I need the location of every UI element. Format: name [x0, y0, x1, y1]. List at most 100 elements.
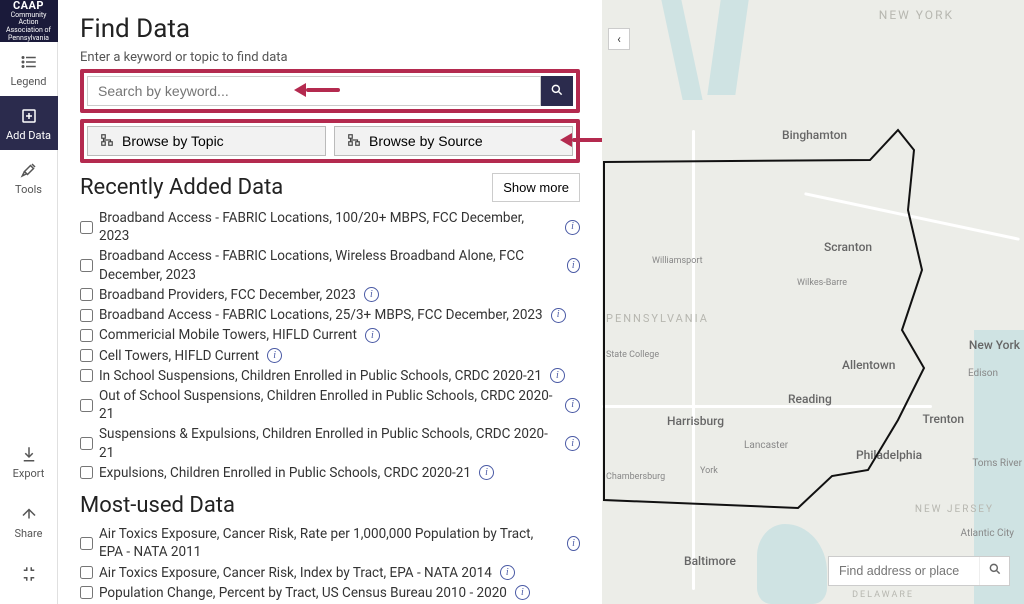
- browse-highlight: Browse by Topic Browse by Source: [80, 119, 580, 163]
- layer-checkbox[interactable]: [80, 369, 93, 382]
- map-label-state: DELAWARE: [852, 590, 914, 600]
- map-geosearch: [828, 556, 1010, 586]
- search-icon: [550, 83, 564, 100]
- map[interactable]: ‹ NEW YORK PENNSYLVANIA NEW JERSEY DELAW…: [602, 0, 1024, 604]
- list-item: Air Toxics Exposure, Cancer Risk, Index …: [80, 563, 580, 583]
- list-item: Population Change, Percent by Tract, US …: [80, 583, 580, 603]
- layer-checkbox[interactable]: [80, 288, 93, 301]
- map-label-state: PENNSYLVANIA: [606, 312, 709, 325]
- search-hint: Enter a keyword or topic to find data: [80, 50, 580, 65]
- search-icon: [988, 562, 1002, 580]
- list-item: Expulsions, Children Enrolled in Public …: [80, 463, 580, 483]
- left-sidebar: CAAP Community Action Association of Pen…: [0, 0, 58, 604]
- map-label-city: Williamsport: [652, 256, 703, 266]
- layer-label[interactable]: Commericial Mobile Towers, HIFLD Current: [99, 326, 357, 344]
- layer-label[interactable]: In School Suspensions, Children Enrolled…: [99, 367, 542, 385]
- map-label-city: Philadelphia: [856, 448, 922, 462]
- sidebar-item-label: Tools: [15, 183, 42, 196]
- panel-collapse-button[interactable]: ‹: [608, 28, 630, 50]
- layer-checkbox[interactable]: [80, 466, 93, 479]
- map-label-state: NEW JERSEY: [915, 504, 994, 515]
- browse-by-source-button[interactable]: Browse by Source: [334, 126, 573, 156]
- info-icon[interactable]: i: [565, 398, 580, 413]
- sidebar-item-label: Export: [13, 467, 45, 480]
- map-label-city: Baltimore: [684, 554, 736, 568]
- layer-checkbox[interactable]: [80, 259, 93, 272]
- map-label-city: Toms River: [972, 458, 1022, 469]
- logo-subtext: Community Action Association of Pennsylv…: [0, 12, 58, 43]
- most-used-list: Air Toxics Exposure, Cancer Risk, Rate p…: [80, 524, 580, 604]
- layer-label[interactable]: Expulsions, Children Enrolled in Public …: [99, 464, 471, 482]
- map-label-city: Reading: [788, 392, 832, 406]
- layer-checkbox[interactable]: [80, 309, 93, 322]
- map-label-city: Edison: [968, 368, 998, 379]
- info-icon[interactable]: i: [267, 348, 282, 363]
- info-icon[interactable]: i: [567, 258, 580, 273]
- hierarchy-icon: [347, 133, 361, 150]
- map-label-city: Scranton: [824, 240, 872, 254]
- browse-topic-label: Browse by Topic: [122, 133, 224, 149]
- layer-label[interactable]: Suspensions & Expulsions, Children Enrol…: [99, 425, 557, 461]
- layer-label[interactable]: Air Toxics Exposure, Cancer Risk, Rate p…: [99, 525, 559, 561]
- info-icon[interactable]: i: [565, 220, 580, 235]
- geosearch-button[interactable]: [979, 557, 1009, 585]
- info-icon[interactable]: i: [479, 465, 494, 480]
- info-icon[interactable]: i: [550, 368, 565, 383]
- arrow-annotation-icon: [560, 133, 602, 147]
- list-item: Broadband Providers, FCC December, 2023 i: [80, 285, 580, 305]
- layer-checkbox[interactable]: [80, 399, 93, 412]
- sidebar-item-add-data[interactable]: Add Data: [0, 96, 58, 150]
- sidebar-item-tools[interactable]: Tools: [0, 150, 58, 204]
- info-icon[interactable]: i: [500, 565, 515, 580]
- list-item: Air Toxics Exposure, Cancer Risk, Rate p…: [80, 524, 580, 562]
- layer-checkbox[interactable]: [80, 329, 93, 342]
- recent-list: Broadband Access - FABRIC Locations, 100…: [80, 208, 580, 483]
- layer-label[interactable]: Broadband Access - FABRIC Locations, Wir…: [99, 247, 559, 283]
- layer-label[interactable]: Air Toxics Exposure, Cancer Risk, Index …: [99, 564, 492, 582]
- map-label-city: Harrisburg: [667, 414, 724, 428]
- map-label-city: Wilkes-Barre: [797, 278, 847, 288]
- recent-heading: Recently Added Data: [80, 175, 283, 200]
- info-icon[interactable]: i: [364, 287, 379, 302]
- geosearch-input[interactable]: [829, 557, 979, 585]
- list-item: Out of School Suspensions, Children Enro…: [80, 386, 580, 424]
- info-icon[interactable]: i: [515, 585, 530, 600]
- layer-checkbox[interactable]: [80, 349, 93, 362]
- info-icon[interactable]: i: [551, 308, 566, 323]
- list-item: Cell Towers, HIFLD Current i: [80, 346, 580, 366]
- layer-label[interactable]: Cell Towers, HIFLD Current: [99, 347, 259, 365]
- sidebar-item-share[interactable]: Share: [0, 494, 58, 548]
- arrow-annotation-icon: [294, 83, 340, 97]
- map-label-city: State College: [606, 350, 659, 360]
- layer-label[interactable]: Out of School Suspensions, Children Enro…: [99, 387, 557, 423]
- sidebar-item-export[interactable]: Export: [0, 434, 58, 488]
- browse-by-topic-button[interactable]: Browse by Topic: [87, 126, 326, 156]
- show-more-button[interactable]: Show more: [492, 173, 580, 202]
- sidebar-item-fullscreen[interactable]: [0, 554, 58, 598]
- layer-checkbox[interactable]: [80, 437, 93, 450]
- browse-source-label: Browse by Source: [369, 133, 483, 149]
- layer-label[interactable]: Broadband Access - FABRIC Locations, 25/…: [99, 306, 543, 324]
- map-label-city: Allentown: [842, 358, 895, 372]
- map-label-state: NEW YORK: [879, 8, 954, 22]
- info-icon[interactable]: i: [365, 328, 380, 343]
- list-item: Broadband Access - FABRIC Locations, 25/…: [80, 305, 580, 325]
- info-icon[interactable]: i: [565, 436, 580, 451]
- layer-label[interactable]: Broadband Access - FABRIC Locations, 100…: [99, 209, 557, 245]
- list-item: Suspensions & Expulsions, Children Enrol…: [80, 424, 580, 462]
- download-icon: [19, 444, 39, 464]
- layer-checkbox[interactable]: [80, 586, 93, 599]
- sidebar-item-legend[interactable]: Legend: [0, 42, 58, 96]
- layer-checkbox[interactable]: [80, 537, 93, 550]
- list-item: Commericial Mobile Towers, HIFLD Current…: [80, 325, 580, 345]
- sidebar-item-label: Legend: [10, 75, 46, 88]
- search-button[interactable]: [541, 76, 573, 106]
- layer-checkbox[interactable]: [80, 221, 93, 234]
- layer-checkbox[interactable]: [80, 566, 93, 579]
- layer-label[interactable]: Population Change, Percent by Tract, US …: [99, 584, 507, 602]
- logo-text: CAAP: [13, 0, 44, 12]
- map-label-city: York: [700, 466, 718, 476]
- list-icon: [19, 52, 39, 72]
- info-icon[interactable]: i: [567, 536, 580, 551]
- layer-label[interactable]: Broadband Providers, FCC December, 2023: [99, 286, 356, 304]
